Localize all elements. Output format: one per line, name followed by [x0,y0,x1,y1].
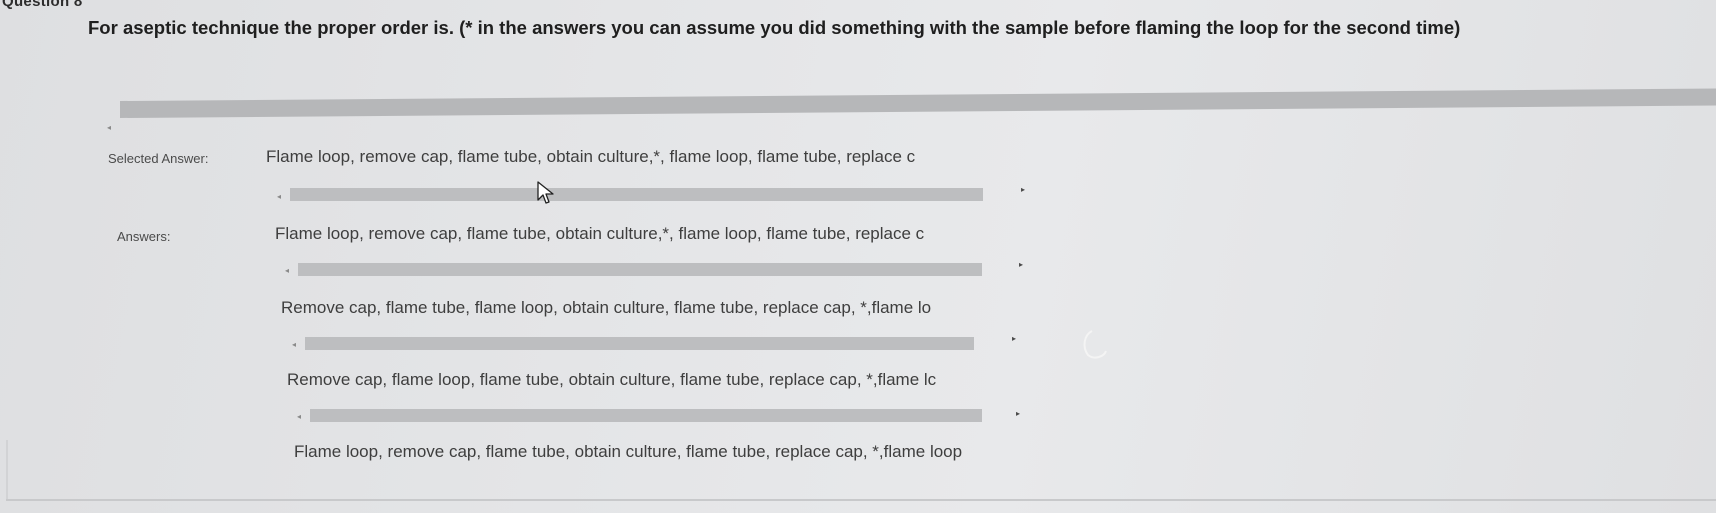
answer-option-1-scrollbar[interactable] [298,263,982,276]
question-number: Question 8 [2,0,83,10]
scroll-left-icon[interactable]: ◂ [277,193,281,201]
selected-answer-scrollbar[interactable] [290,188,983,201]
scroll-right-icon[interactable]: ▸ [1012,335,1016,343]
question-scrollbar[interactable] [120,88,1716,118]
question-header: Question 8 [0,0,1716,10]
scroll-right-icon[interactable]: ▸ [1021,186,1025,194]
answer-option-4: Flame loop, remove cap, flame tube, obta… [294,442,963,461]
scroll-left-icon[interactable]: ◂ [285,267,289,275]
selected-answer-label: Selected Answer: [108,151,209,166]
answer-option-2-scrollbar[interactable] [305,337,974,350]
scroll-left-icon[interactable]: ◂ [297,413,301,421]
answers-label: Answers: [117,229,171,244]
scroll-right-icon[interactable]: ▸ [1019,261,1023,269]
answer-option-1: Flame loop, remove cap, flame tube, obta… [275,224,925,243]
selected-answer-text: Flame loop, remove cap, flame tube, obta… [266,147,916,166]
answer-option-2: Remove cap, flame tube, flame loop, obta… [281,298,932,317]
glare-mark [1083,330,1107,359]
scroll-left-icon[interactable]: ◂ [292,341,296,349]
scroll-left-icon[interactable]: ◂ [107,124,111,132]
answer-option-3-scrollbar[interactable] [310,409,982,422]
mouse-pointer-icon [537,181,554,204]
panel-border-left [6,440,8,500]
scroll-right-icon[interactable]: ▸ [1016,410,1020,418]
question-text: For aseptic technique the proper order i… [88,17,1461,38]
panel-border-bottom [6,499,1716,501]
answer-option-3: Remove cap, flame loop, flame tube, obta… [287,370,937,389]
